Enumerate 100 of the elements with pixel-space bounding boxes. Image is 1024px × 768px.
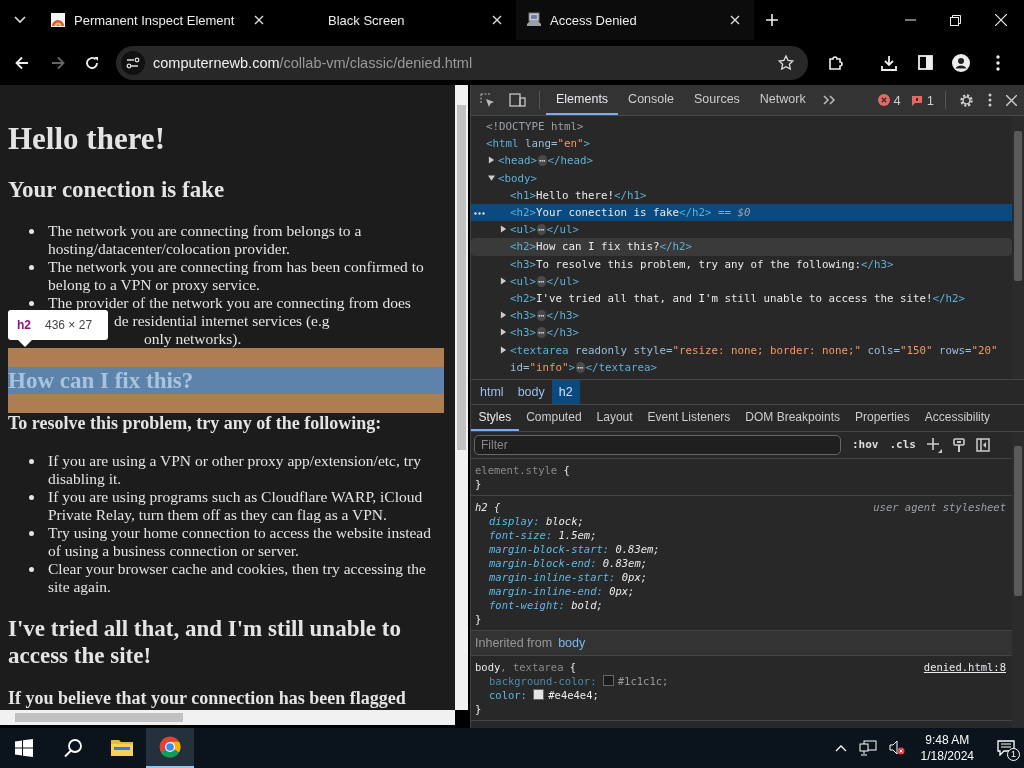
- sidebar-toggle-icon[interactable]: [976, 438, 990, 452]
- devtools-tab[interactable]: Sources: [684, 85, 750, 115]
- page-heading: Hello there!: [8, 121, 165, 156]
- dom-node[interactable]: <h2>How can I fix this?</h2>: [471, 238, 1012, 256]
- dom-node[interactable]: <ul> ⋯ </ul>: [471, 272, 1012, 291]
- taskbar-app[interactable]: [146, 728, 194, 768]
- breadcrumb[interactable]: body: [510, 380, 552, 404]
- paint-roller-icon[interactable]: [953, 437, 965, 453]
- list-item-text: de residential internet services (e.g: [114, 312, 330, 330]
- css-declaration[interactable]: margin-inline-start: 0px;: [475, 570, 1006, 584]
- pane-tab[interactable]: Computed: [518, 405, 590, 431]
- notification-button[interactable]: 1: [988, 728, 1024, 768]
- css-declaration[interactable]: margin-block-start: 0.83em;: [475, 542, 1006, 556]
- class-button[interactable]: .cls: [889, 438, 916, 452]
- css-declaration[interactable]: font-size: 1.5em;: [475, 528, 1006, 542]
- dom-node[interactable]: <h3>To resolve this problem, try any of the following:</h3>: [471, 255, 1012, 273]
- dom-node[interactable]: <h2>Your conection is fake</h2> == $0: [471, 204, 1012, 222]
- dom-node[interactable]: <h2>I've tried all that, and I'm still unable to access the site!</h2>: [471, 290, 1012, 308]
- dom-node[interactable]: <body>: [471, 169, 1012, 187]
- scrollbar[interactable]: [455, 85, 468, 710]
- list-item-text: If you are using a VPN or other proxy app/extension/etc, try disabling it.: [48, 452, 422, 488]
- scrollbar-thumb[interactable]: [457, 105, 466, 450]
- collapsed-arrow-icon[interactable]: [500, 276, 507, 285]
- scrollbar[interactable]: [0, 710, 455, 725]
- issue-count[interactable]: 1: [910, 92, 934, 108]
- bookmark-star-icon[interactable]: [778, 54, 794, 71]
- dom-node[interactable]: <h1>Hello there!</h1>: [471, 186, 1012, 204]
- css-declaration[interactable]: margin-inline-end: 0px;: [475, 584, 1006, 598]
- chevron-up-icon[interactable]: [834, 744, 847, 752]
- device-toolbar-icon[interactable]: [509, 93, 526, 107]
- dom-node[interactable]: <h3> ⋯ </h3>: [471, 324, 1012, 342]
- close-icon[interactable]: [730, 15, 740, 25]
- address-field[interactable]: computernewb.com/collab-vm/classic/denied.html: [116, 45, 808, 80]
- more-tabs-icon[interactable]: [822, 95, 836, 105]
- download-icon[interactable]: [881, 54, 897, 71]
- color-swatch[interactable]: [533, 689, 545, 700]
- more-icon[interactable]: [474, 212, 485, 215]
- tab-list-icon[interactable]: [14, 16, 26, 24]
- css-declaration[interactable]: font-weight: bold;: [475, 598, 1006, 612]
- pane-tab[interactable]: Layout: [589, 405, 641, 431]
- inspect-icon[interactable]: [480, 92, 495, 108]
- css-declaration[interactable]: margin-block-end: 0.83em;: [475, 556, 1006, 570]
- devtools-tab[interactable]: Network: [749, 85, 816, 115]
- devtools-tab[interactable]: Console: [618, 85, 684, 115]
- close-icon[interactable]: [492, 15, 502, 25]
- pane-tab[interactable]: Event Listeners: [640, 405, 738, 431]
- reload-icon[interactable]: [85, 55, 99, 70]
- pane-tab[interactable]: DOM Breakpoints: [737, 405, 848, 431]
- dom-node[interactable]: <ul> ⋯ </ul>: [471, 221, 1012, 239]
- pane-tab[interactable]: Styles: [471, 405, 519, 431]
- scrollbar-thumb[interactable]: [1014, 131, 1022, 281]
- collapsed-arrow-icon[interactable]: [488, 156, 495, 165]
- menu-icon[interactable]: [996, 54, 1000, 71]
- pane-tab[interactable]: Accessibility: [917, 405, 998, 431]
- error-count[interactable]: 4: [877, 92, 901, 108]
- css-declaration[interactable]: background-color: #1c1c1c;: [475, 674, 1006, 688]
- search-icon[interactable]: [63, 738, 83, 758]
- expanded-arrow-icon[interactable]: [488, 173, 495, 182]
- collapsed-arrow-icon[interactable]: [500, 345, 507, 354]
- settings-icon[interactable]: [959, 92, 974, 108]
- breadcrumb[interactable]: html: [473, 380, 511, 404]
- collapsed-arrow-icon[interactable]: [500, 328, 507, 337]
- source-link[interactable]: denied.html:8: [923, 660, 1006, 674]
- site-info-icon[interactable]: [121, 50, 145, 75]
- dom-node[interactable]: <textarea readonly style="resize: none; border: none;" cols="150" rows="20" id="info"> ⋯ </textarea>: [471, 341, 1012, 377]
- back-icon[interactable]: [15, 55, 29, 70]
- dom-node[interactable]: <h3> ⋯ </h3>: [471, 307, 1012, 325]
- css-declaration[interactable]: display: block;: [475, 514, 1006, 528]
- plus-icon[interactable]: [927, 437, 942, 453]
- collapsed-arrow-icon[interactable]: [500, 311, 507, 320]
- puzzle-icon[interactable]: [828, 54, 844, 71]
- clock-time[interactable]: 9:48 AM: [925, 732, 970, 748]
- volume-muted-icon[interactable]: [888, 740, 905, 756]
- pane-tab[interactable]: Properties: [847, 405, 918, 431]
- restore-icon[interactable]: [950, 14, 961, 26]
- windows-start-icon[interactable]: [15, 739, 33, 757]
- devtools-tab[interactable]: Elements: [546, 85, 619, 115]
- scrollbar-thumb[interactable]: [1014, 446, 1022, 596]
- hover-state-button[interactable]: :hov: [852, 438, 879, 452]
- profile-icon[interactable]: [952, 53, 970, 72]
- css-declaration[interactable]: color: #e4e4e4;: [475, 688, 1006, 702]
- browser-tab[interactable]: Access Denied: [516, 0, 754, 40]
- clock-date[interactable]: 1/18/2024: [920, 748, 974, 764]
- close-icon[interactable]: [1006, 94, 1017, 106]
- forward-icon[interactable]: [51, 55, 65, 70]
- dom-node[interactable]: <html lang="en">: [471, 135, 1012, 153]
- inherited-label: Inherited from: [475, 636, 553, 650]
- filter-field[interactable]: Filter: [474, 435, 841, 455]
- dom-node[interactable]: <!DOCTYPE html>: [471, 118, 1012, 136]
- scrollbar-thumb[interactable]: [15, 713, 183, 722]
- new-tab-icon[interactable]: [766, 14, 778, 26]
- inherited-link[interactable]: body: [558, 636, 586, 650]
- color-swatch[interactable]: [602, 675, 614, 686]
- kebab-menu-icon[interactable]: [988, 93, 992, 107]
- breadcrumb[interactable]: h2: [551, 380, 580, 404]
- collapsed-arrow-icon[interactable]: [500, 225, 507, 234]
- dom-node[interactable]: <head> ⋯ </head>: [471, 152, 1012, 170]
- close-icon[interactable]: [254, 15, 264, 25]
- network-icon[interactable]: [858, 740, 877, 756]
- side-panel-icon[interactable]: [918, 55, 933, 70]
